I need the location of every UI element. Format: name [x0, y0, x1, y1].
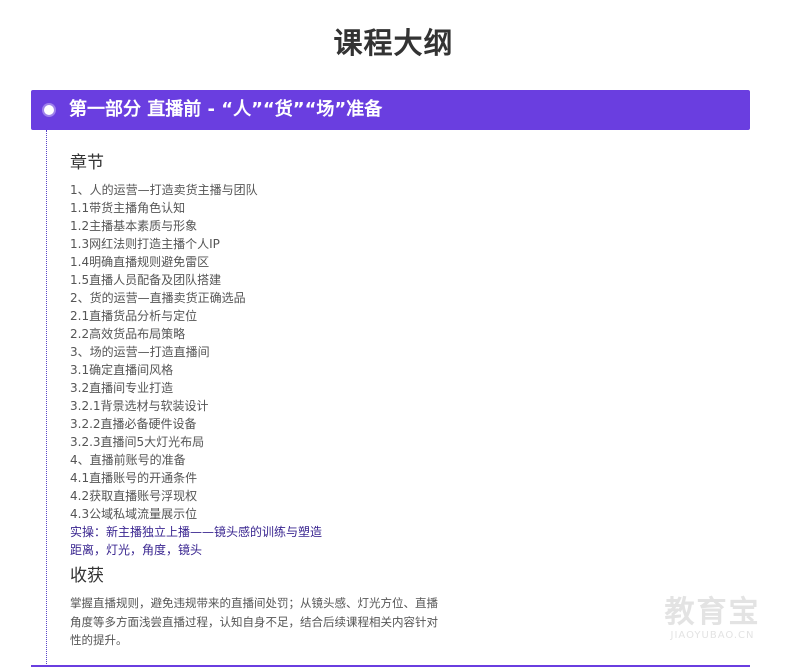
watermark-logo: 教育宝 JIAOYUBAO.CN [655, 596, 770, 642]
chapter-item: 3.2直播间专业打造 [70, 381, 174, 395]
course-outline-page: 课程大纲 第一部分 直播前 - “人”“货”“场”准备 章节 1、人的运营—打造… [0, 0, 787, 669]
chapter-list: 1、人的运营—打造卖货主播与团队 1.1带货主播角色认知 1.2主播基本素质与形象 1… [70, 181, 322, 559]
section-banner-title: 第一部分 直播前 - “人”“货”“场”准备 [69, 99, 383, 120]
bullet-dot-icon [44, 105, 54, 115]
bottom-divider [31, 665, 750, 667]
gains-text: 掌握直播规则，避免违规带来的直播间处罚；从镜头感、灯光方位、直播角度等多方面浅尝… [70, 596, 438, 647]
practice-item: 实操：新主播独立上播——镜头感的训练与塑造 [70, 525, 323, 539]
chapter-item: 4.1直播账号的开通条件 [70, 471, 198, 485]
watermark-sub-text: JIAOYUBAO.CN [670, 630, 755, 641]
chapter-item: 1.1带货主播角色认知 [70, 201, 186, 215]
timeline-dotted-line [46, 130, 47, 666]
chapter-item: 2.1直播货品分析与定位 [70, 309, 198, 323]
chapter-item: 1.4明确直播规则避免雷区 [70, 255, 210, 269]
chapter-item: 3.1确定直播间风格 [70, 363, 174, 377]
chapter-item: 1.5直播人员配备及团队搭建 [70, 273, 222, 287]
chapter-item: 1.2主播基本素质与形象 [70, 219, 198, 233]
chapter-item: 3.2.2直播必备硬件设备 [70, 417, 197, 431]
page-title: 课程大纲 [333, 26, 454, 60]
chapter-item: 1、人的运营—打造卖货主播与团队 [70, 183, 258, 197]
section-banner: 第一部分 直播前 - “人”“货”“场”准备 [31, 90, 750, 130]
chapter-item: 4、直播前账号的准备 [70, 453, 186, 467]
chapter-item: 1.3网红法则打造主播个人IP [70, 237, 220, 251]
chapter-item: 4.2获取直播账号浮现权 [70, 489, 198, 503]
gains-heading: 收获 [70, 566, 104, 586]
chapters-heading: 章节 [70, 153, 104, 173]
chapter-item: 2、货的运营—直播卖货正确选品 [70, 291, 246, 305]
chapter-item: 3.2.3直播间5大灯光布局 [70, 435, 205, 449]
watermark-main-text: 教育宝 [664, 595, 761, 630]
chapter-item: 4.3公域私域流量展示位 [70, 507, 198, 521]
chapter-item: 3、场的运营—打造直播间 [70, 345, 210, 359]
practice-item: 距离，灯光，角度，镜头 [70, 543, 203, 557]
chapter-item: 3.2.1背景选材与软装设计 [70, 399, 209, 413]
chapter-item: 2.2高效货品布局策略 [70, 327, 186, 341]
